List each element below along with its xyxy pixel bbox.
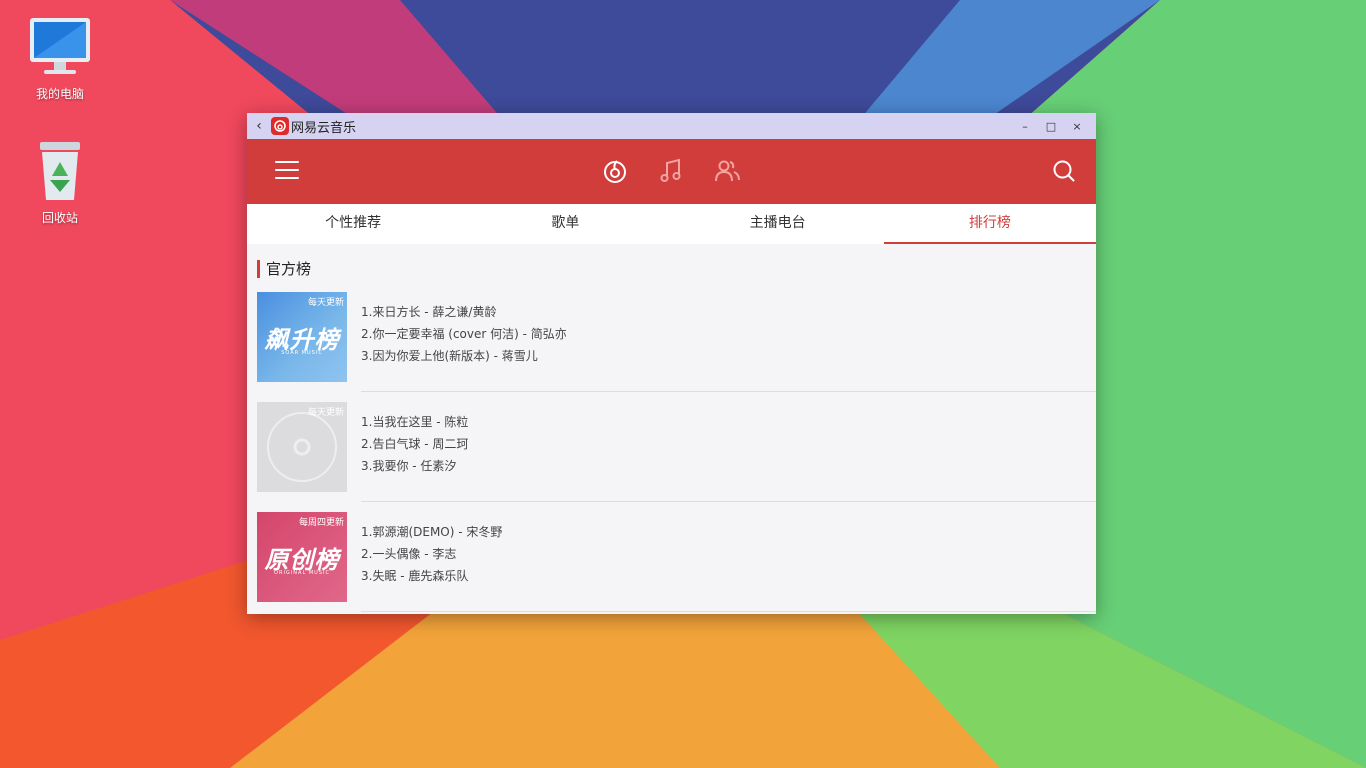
track-list: 1.当我在这里 - 陈粒 2.告白气球 - 周二珂 3.我要你 - 任素汐 [361, 414, 468, 480]
tab-recommend[interactable]: 个性推荐 [247, 204, 459, 244]
menu-icon[interactable] [275, 161, 299, 181]
rank-cover-new[interactable]: 每天更新 [257, 402, 347, 492]
discover-icon[interactable] [601, 157, 629, 185]
window-titlebar[interactable]: ‹ 网易云音乐 – □ × [247, 113, 1096, 139]
tab-bar: 个性推荐 歌单 主播电台 排行榜 [247, 204, 1096, 244]
computer-icon [30, 18, 90, 74]
track-list: 1.郭源潮(DEMO) - 宋冬野 2.一头偶像 - 李志 3.失眠 - 鹿先森… [361, 524, 502, 590]
track-item[interactable]: 3.我要你 - 任素汐 [361, 458, 468, 480]
cover-subtitle: SOAR MUSIC [281, 350, 323, 356]
window-title: 网易云音乐 [291, 120, 357, 136]
track-item[interactable]: 1.当我在这里 - 陈粒 [361, 414, 468, 436]
app-header [247, 139, 1096, 204]
divider [361, 611, 1096, 612]
track-item[interactable]: 2.你一定要幸福 (cover 何洁) - 简弘亦 [361, 326, 567, 348]
rank-item-original: 每周四更新 原创榜 ORIGINAL MUSIC 1.郭源潮(DEMO) - 宋… [247, 512, 1096, 614]
track-list: 1.来日方长 - 薛之谦/黄龄 2.你一定要幸福 (cover 何洁) - 简弘… [361, 304, 567, 370]
track-item[interactable]: 1.郭源潮(DEMO) - 宋冬野 [361, 524, 502, 546]
netease-music-logo-icon [271, 117, 289, 135]
rank-cover-original[interactable]: 每周四更新 原创榜 ORIGINAL MUSIC [257, 512, 347, 602]
update-badge: 每周四更新 [298, 518, 344, 528]
track-item[interactable]: 3.因为你爱上他(新版本) - 蒋雪儿 [361, 348, 567, 370]
update-badge: 每天更新 [307, 298, 344, 308]
tab-charts[interactable]: 排行榜 [883, 204, 1096, 244]
track-item[interactable]: 3.失眠 - 鹿先森乐队 [361, 568, 502, 590]
divider [361, 391, 1096, 392]
minimize-button[interactable]: – [1012, 120, 1038, 133]
section-title: 官方榜 [257, 260, 1096, 278]
search-icon[interactable] [1052, 159, 1076, 183]
track-item[interactable]: 2.一头偶像 - 李志 [361, 546, 502, 568]
window-controls: – □ × [1012, 113, 1090, 139]
desktop-icon-recycle-bin[interactable]: 回收站 [10, 140, 110, 226]
music-note-icon[interactable] [657, 157, 685, 185]
tab-radio[interactable]: 主播电台 [672, 204, 884, 244]
maximize-button[interactable]: □ [1038, 120, 1064, 133]
recycle-bin-icon [40, 142, 80, 200]
rank-item-soar: 每天更新 飙升榜 SOAR MUSIC 1.来日方长 - 薛之谦/黄龄 2.你一… [247, 292, 1096, 402]
close-button[interactable]: × [1064, 120, 1090, 133]
header-nav [601, 157, 741, 185]
back-button[interactable]: ‹ [247, 118, 271, 134]
tab-playlists[interactable]: 歌单 [459, 204, 671, 244]
desktop-icon-label: 回收站 [41, 211, 78, 225]
music-app-window: ‹ 网易云音乐 – □ × 个性推荐 歌单 主播电台 排行榜 官方榜 每天更新 … [247, 113, 1096, 614]
rank-cover-soar[interactable]: 每天更新 飙升榜 SOAR MUSIC [257, 292, 347, 382]
divider [361, 501, 1096, 502]
friends-icon[interactable] [713, 157, 741, 185]
rank-list: 每天更新 飙升榜 SOAR MUSIC 1.来日方长 - 薛之谦/黄龄 2.你一… [247, 292, 1096, 614]
desktop-icon-label: 我的电脑 [35, 87, 84, 101]
update-badge: 每天更新 [307, 408, 344, 418]
cover-subtitle: ORIGINAL MUSIC [274, 570, 330, 576]
track-item[interactable]: 1.来日方长 - 薛之谦/黄龄 [361, 304, 567, 326]
track-item[interactable]: 2.告白气球 - 周二珂 [361, 436, 468, 458]
rank-item-new: 每天更新 1.当我在这里 - 陈粒 2.告白气球 - 周二珂 3.我要你 - 任… [247, 402, 1096, 512]
desktop-icon-my-computer[interactable]: 我的电脑 [10, 16, 110, 102]
